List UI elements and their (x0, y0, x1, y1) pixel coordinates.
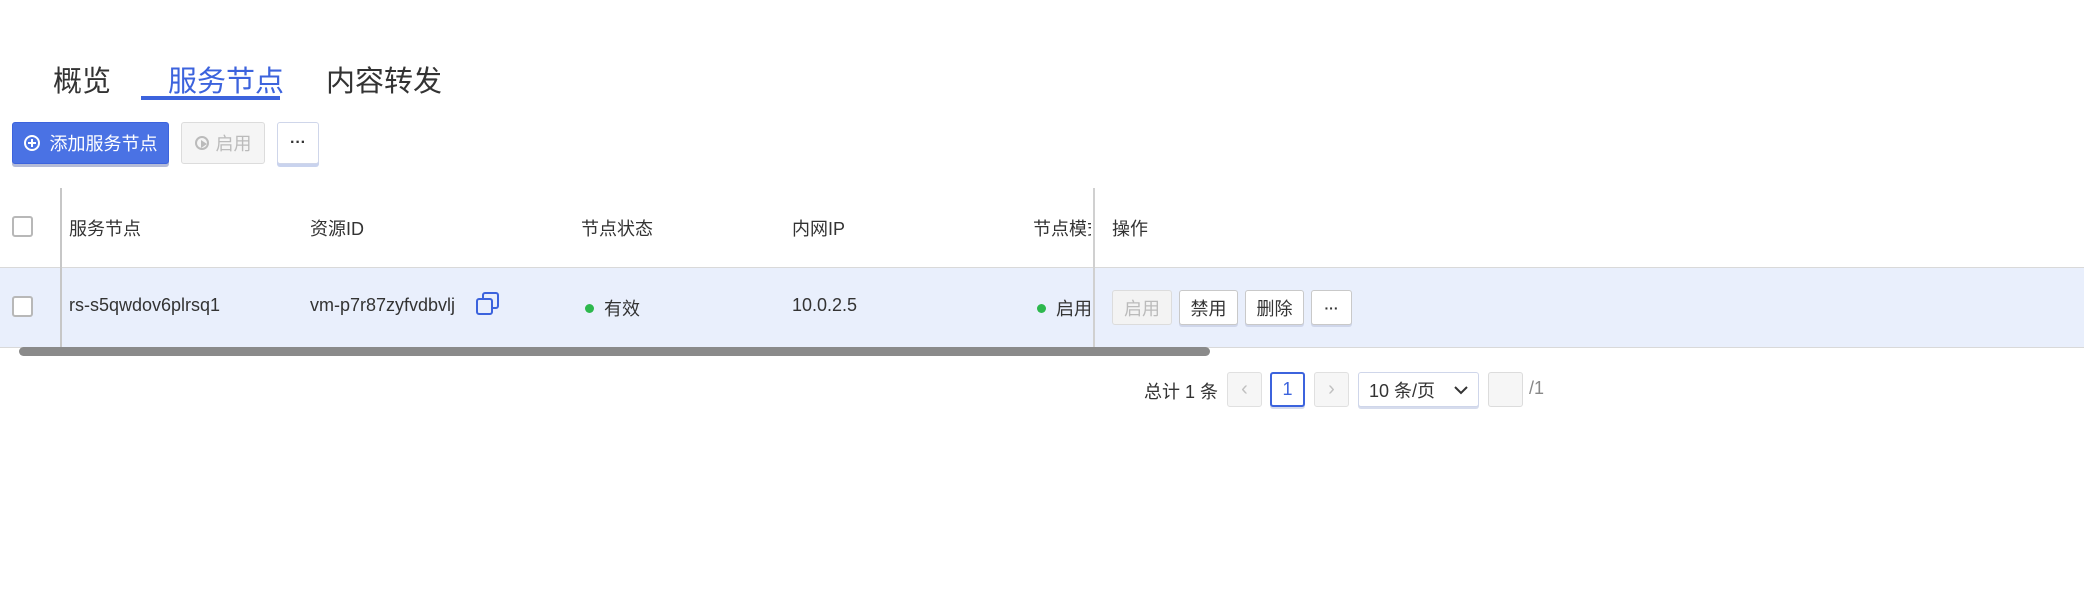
header-resource-id[interactable]: 资源ID (310, 215, 364, 241)
tab-content-forwarding[interactable]: 内容转发 (326, 58, 442, 100)
page-jump-input[interactable] (1488, 372, 1523, 407)
node-name: rs-s5qwdov6plrsq1 (69, 295, 221, 315)
mode-dot-icon (1037, 303, 1046, 313)
status-dot-icon (585, 303, 594, 313)
fixed-actions-divider (1093, 188, 1095, 348)
total-pages: /1 (1529, 378, 1545, 398)
more-actions-button[interactable]: ··· (277, 122, 319, 164)
add-service-node-button[interactable]: 添加服务节点 (12, 122, 169, 164)
horizontal-scrollbar[interactable] (19, 347, 1210, 356)
row-more-button[interactable]: ··· (1311, 290, 1352, 325)
private-ip: 10.0.2.5 (792, 295, 858, 315)
enable-button[interactable]: 启用 (181, 122, 265, 164)
service-node-table: 服务节点 资源ID 节点状态 内网IP 节点模式 操作 rs-s5qwdov6p… (0, 188, 2084, 358)
next-page-button[interactable]: › (1314, 372, 1349, 407)
row-enable-button[interactable]: 启用 (1112, 290, 1172, 325)
add-service-node-label: 添加服务节点 (49, 134, 158, 154)
prev-page-button[interactable]: ‹ (1227, 372, 1262, 407)
total-count: 总计 1 条 (1144, 382, 1219, 402)
row-delete-button[interactable]: 删除 (1245, 290, 1304, 325)
page-size-select[interactable]: 10 条/页 (1358, 372, 1479, 407)
node-mode: 启用 (1037, 295, 1093, 321)
header-node-status[interactable]: 节点状态 (581, 215, 653, 241)
header-service-node[interactable]: 服务节点 (69, 215, 141, 241)
header-private-ip[interactable]: 内网IP (792, 215, 845, 241)
select-all-checkbox[interactable] (12, 216, 33, 237)
active-tab-indicator (141, 96, 280, 100)
add-circle-icon (23, 135, 40, 151)
play-circle-icon (194, 136, 209, 150)
header-node-mode[interactable]: 节点模式 (1033, 215, 1091, 241)
row-disable-button[interactable]: 禁用 (1179, 290, 1238, 325)
row-checkbox[interactable] (12, 296, 33, 317)
tab-service-nodes[interactable]: 服务节点 (168, 58, 284, 100)
tab-bar: 概览 服务节点 内容转发 (0, 0, 2084, 132)
resource-id: vm-p7r87zyfvdbvlj (310, 295, 456, 315)
tab-overview[interactable]: 概览 (53, 58, 111, 100)
node-status-text: 有效 (604, 299, 640, 319)
fixed-column-divider (60, 188, 62, 348)
page-1-button[interactable]: 1 (1270, 372, 1305, 407)
node-mode-text: 启用 (1056, 299, 1092, 319)
chevron-down-icon (1454, 386, 1468, 395)
fixed-actions-column (1094, 268, 2084, 347)
copy-icon[interactable] (476, 292, 499, 315)
node-status: 有效 (585, 295, 640, 321)
header-actions: 操作 (1112, 219, 1148, 239)
page-size-value: 10 条/页 (1369, 380, 1436, 401)
enable-label: 启用 (215, 134, 252, 154)
